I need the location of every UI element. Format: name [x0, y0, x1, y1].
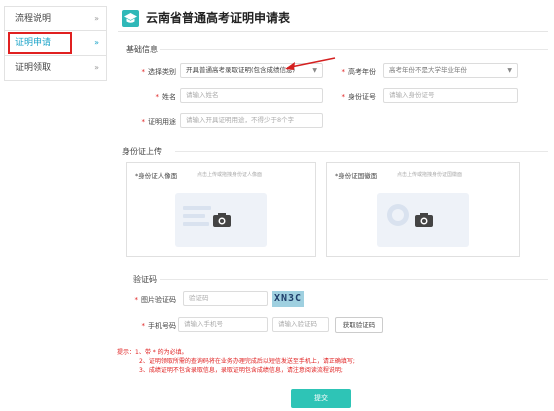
chevron-right-icon: »	[94, 38, 99, 47]
chevron-right-icon: »	[94, 14, 99, 23]
id-back-label: *身份证国徽面	[335, 172, 378, 180]
camera-icon	[415, 213, 433, 227]
id-back-hint: 点击上传或拖拽身份证国徽面	[397, 172, 463, 178]
id-front-hint: 点击上传或拖拽身份证人像面	[197, 172, 263, 178]
year-select[interactable]: 高考年份不是大学毕业年份 ▼	[383, 63, 518, 78]
page-title: 云南省普通高考证明申请表	[146, 11, 291, 25]
chevron-right-icon: »	[94, 63, 99, 72]
section-title-upload: 身份证上传	[122, 147, 162, 156]
sidebar-item-process[interactable]: 流程说明 »	[4, 6, 107, 31]
sidebar-item-apply[interactable]: 证明申请	[8, 32, 72, 54]
tips: 提示：1、带 * 的为必填。 2、证明领取所需的查询码将在业务办理完成后以短信发…	[117, 348, 355, 375]
section-title-verify: 验证码	[133, 275, 157, 284]
camera-icon	[213, 213, 231, 227]
purpose-label: * 证明用途	[141, 118, 177, 126]
sidebar-item-apply-wrap: 证明申请 »	[4, 31, 107, 56]
sms-code-input[interactable]: 请输入验证码	[272, 317, 329, 332]
id-label: * 身份证号	[341, 93, 377, 101]
year-label: * 高考年份	[341, 68, 377, 76]
sidebar-item-collect[interactable]: 证明领取 »	[4, 56, 107, 81]
sidebar-item-label: 证明领取	[15, 63, 52, 73]
divider	[175, 151, 548, 152]
divider	[160, 279, 548, 280]
submit-button[interactable]: 提交	[291, 389, 351, 408]
captcha-image[interactable]: XN3C	[272, 291, 304, 307]
name-label: * 姓名	[155, 93, 177, 101]
id-front-label: *身份证人像面	[135, 172, 178, 180]
type-label: * 选择类别	[141, 68, 177, 76]
phone-input[interactable]: 请输入手机号	[178, 317, 268, 332]
captcha-input[interactable]: 验证码	[183, 291, 268, 306]
sidebar-item-label: 证明申请	[15, 38, 52, 48]
purpose-input[interactable]: 请输入开具证明用途，不得少于8个字	[180, 113, 323, 128]
id-front-upload[interactable]: *身份证人像面 点击上传或拖拽身份证人像面	[126, 162, 316, 257]
id-input[interactable]: 请输入身份证号	[383, 88, 518, 103]
name-input[interactable]: 请输入姓名	[180, 88, 323, 103]
tip-line: 提示：1、带 * 的为必填。	[117, 349, 188, 356]
graduation-cap-icon	[122, 10, 139, 27]
tip-line: 3、成绩证明不包含录取信息，录取证明包含成绩信息，请注意阅读流程说明;	[139, 367, 343, 374]
sidebar-item-label: 流程说明	[15, 14, 52, 24]
chevron-down-icon: ▼	[507, 67, 512, 74]
title-bar: 云南省普通高考证明申请表	[118, 6, 548, 32]
tip-line: 2、证明领取所需的查询码将在业务办理完成后以短信发送至手机上，请正确填写;	[139, 358, 355, 365]
divider	[160, 49, 548, 50]
id-back-upload[interactable]: *身份证国徽面 点击上传或拖拽身份证国徽面	[326, 162, 520, 257]
section-title-basic: 基础信息	[126, 45, 158, 54]
captcha-label: * 图片验证码	[134, 296, 177, 304]
get-code-button[interactable]: 获取验证码	[335, 317, 383, 333]
phone-label: * 手机号码	[141, 322, 177, 330]
sidebar: 流程说明 » 证明申请 » 证明领取 »	[4, 6, 107, 81]
